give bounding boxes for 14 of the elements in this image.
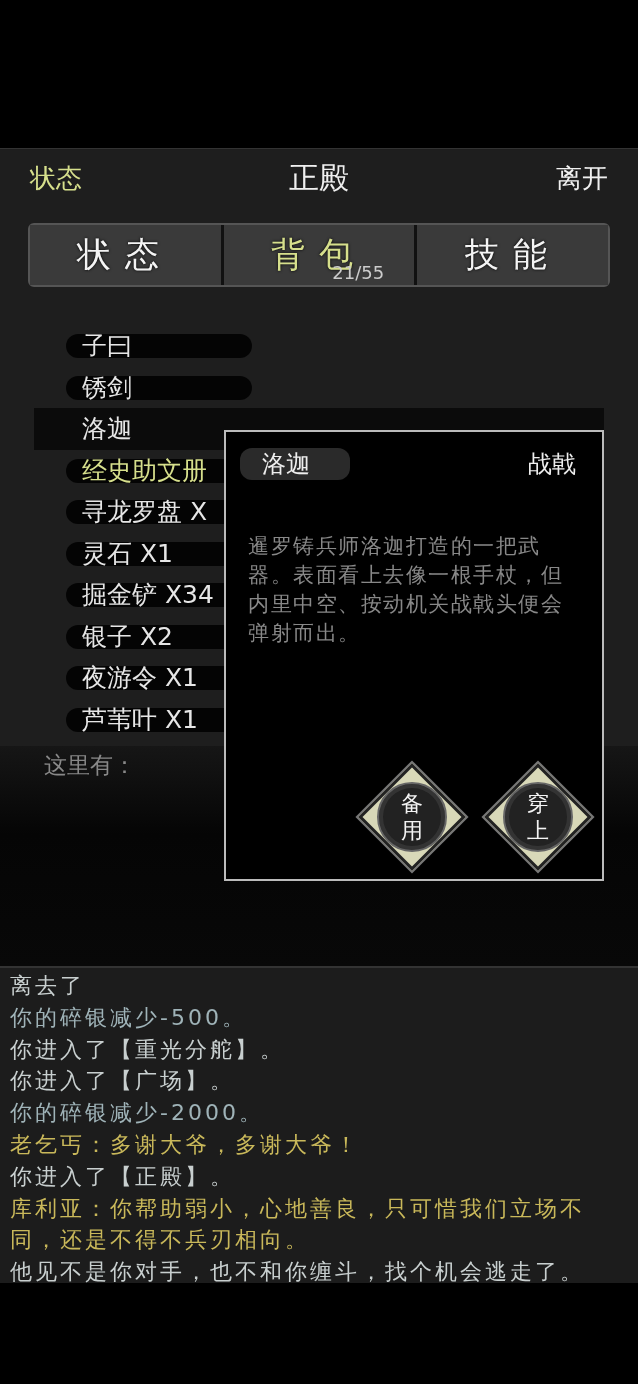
log-line: 他见不是你对手，也不和你缠斗，找个机会逃走了。 [10, 1258, 586, 1287]
item-description: 暹罗铸兵师洛迦打造的一把武器。表面看上去像一根手杖，但内里中空、按动机关战戟头便会弹射而出。 [248, 533, 564, 647]
item-name: 洛迦 [240, 448, 350, 480]
log-line: 你的碎银减少-2000。 [10, 1099, 265, 1128]
log-line: 老乞丐：多谢大爷，多谢大爷！ [10, 1131, 361, 1159]
log-line: 离去了 [10, 972, 86, 1000]
log-line: 你的碎银减少-500。 [10, 1003, 248, 1032]
log-line: 你进入了【广场】。 [10, 1067, 236, 1096]
log-line: 你进入了【重光分舵】。 [10, 1035, 286, 1064]
here-label: 这里有： [44, 751, 136, 780]
item-type: 战戟 [528, 449, 576, 480]
log-line: 你进入了【正殿】。 [10, 1162, 236, 1191]
location-title: 正殿 [289, 158, 349, 197]
log-line: 库利亚：你帮助弱小，心地善良，只可惜我们立场不同，还是不得不兵刃相向。 [10, 1194, 586, 1255]
